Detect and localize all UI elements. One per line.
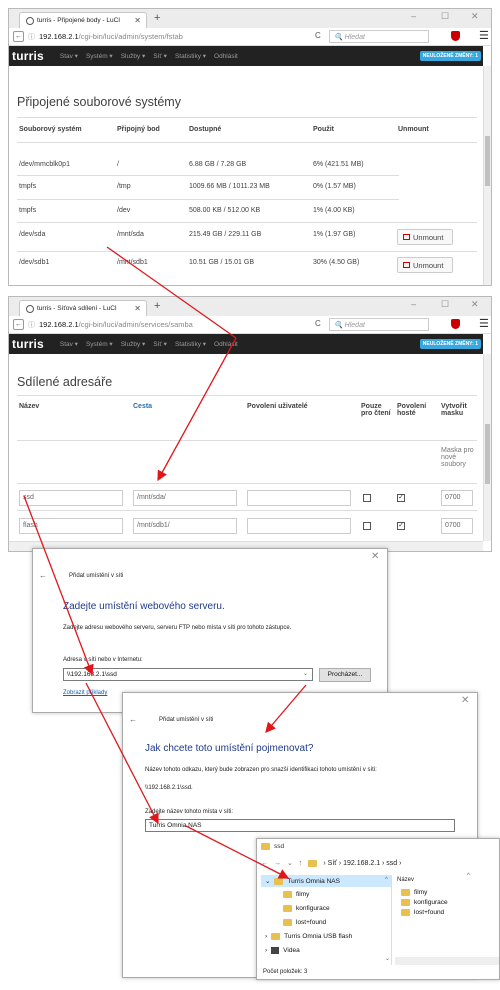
arrow-path-to-share bbox=[157, 337, 237, 482]
arrow-to-name-dialog bbox=[265, 684, 307, 733]
arrow-line bbox=[106, 246, 237, 339]
arrow-share-to-address bbox=[23, 495, 94, 676]
arrow-name-to-explorer bbox=[185, 825, 290, 879]
annotation-arrows bbox=[23, 246, 307, 879]
arrow-address-to-name bbox=[85, 682, 159, 825]
